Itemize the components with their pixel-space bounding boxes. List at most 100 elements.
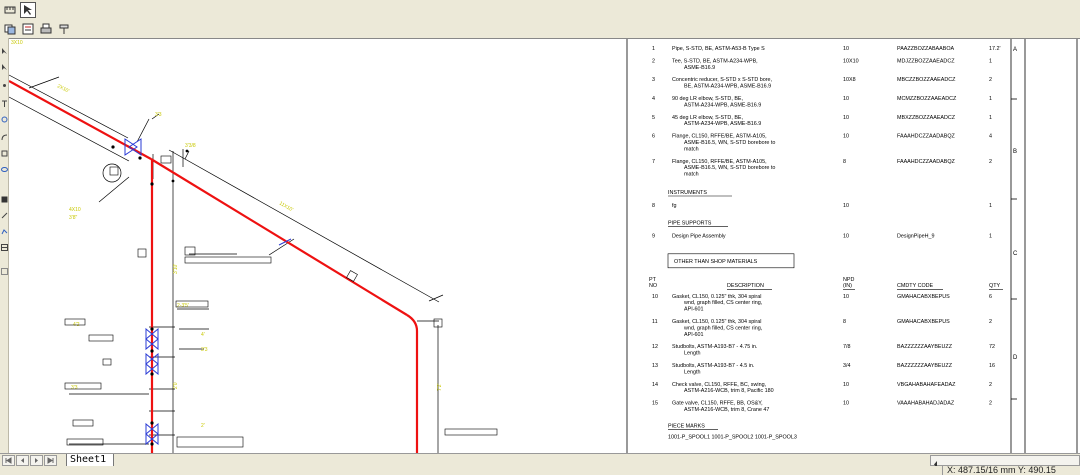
- bom-npd: 10X8: [843, 77, 856, 83]
- bom-pt: 13: [652, 363, 658, 369]
- bom-cmdty-code: GMAHACABXBEPUS: [897, 294, 950, 300]
- rectangle-tool-icon[interactable]: [1, 144, 8, 157]
- bom-pt: 6: [652, 134, 655, 140]
- bom-description: 45 deg LR elbow, S-STD, BE,: [672, 115, 744, 121]
- circle-tool-icon[interactable]: [1, 110, 8, 123]
- bom-npd: 10: [843, 233, 849, 239]
- bom-cmdty-code: VAAAHABAHADJADAZ: [897, 401, 955, 407]
- toolbar-second: [0, 19, 1080, 39]
- left-tool-strip: [0, 38, 9, 458]
- drawing-sheet[interactable]: 3X10 2X10' 3'3 3'3/8 11X10' 4X10 3'8" 3'…: [8, 38, 1080, 454]
- layers-icon[interactable]: [2, 21, 18, 37]
- grid-tool-icon[interactable]: [1, 262, 8, 275]
- bom-qty: 72: [989, 344, 995, 350]
- bom-pt: 5: [652, 115, 655, 121]
- bom-cmdty-code: BAZZZZZZAAYBEUZZ: [897, 363, 953, 369]
- properties-icon[interactable]: [20, 21, 36, 37]
- bom-qty: 1: [989, 58, 992, 64]
- dimension-label: 4X10: [69, 207, 81, 213]
- dimension-label: 3'3: [71, 385, 78, 391]
- bom-cmdty-code: FAAAHDCZZAADABQZ: [897, 159, 956, 165]
- bom-description: Length: [684, 369, 701, 375]
- bom-section-title: PIPE SUPPORTS: [668, 220, 712, 226]
- bom-pt: 14: [652, 382, 658, 388]
- bom-qty: 4: [989, 134, 992, 140]
- bom-npd: 3/4: [843, 363, 851, 369]
- bom-description: fg: [672, 203, 677, 209]
- bom-npd: 7/8: [843, 344, 851, 350]
- bom-qty: 2: [989, 382, 992, 388]
- bom-description: Flange, CL150, RFFE/BE, ASTM-A105,: [672, 159, 767, 165]
- callout-bubble[interactable]: [102, 163, 122, 183]
- bom-header-pt: PT: [649, 277, 657, 283]
- ellipse-tool-icon[interactable]: [1, 160, 8, 172]
- bom-pt: 1: [652, 46, 655, 52]
- coordinate-readout: X: 487.15/16 mm Y: 490.15: [942, 466, 1056, 475]
- bom-header-code: CMDTY CODE: [897, 283, 934, 289]
- bom-cmdty-code: MBXZZBOZZAAEADCZ: [897, 115, 956, 121]
- bom-cmdty-code: MBCZZBOZZAAEADCZ: [897, 77, 956, 83]
- text-tool-icon[interactable]: [1, 94, 8, 107]
- bom-description: Check valve, CL150, RFFE, BC, swing,: [672, 382, 767, 388]
- bom-npd: 8: [843, 159, 846, 165]
- weld-points: [111, 145, 189, 446]
- dimension-label: 2X10': [56, 83, 70, 94]
- line-tool-icon[interactable]: [1, 206, 8, 219]
- bom-description: ASTM-A216-WCB, trim 8, Crane 47: [684, 407, 769, 413]
- dot-tool-icon[interactable]: [1, 76, 8, 87]
- bom-pt: 11: [652, 319, 658, 325]
- image-tool-icon[interactable]: [1, 190, 8, 203]
- ruler-icon[interactable]: [2, 2, 18, 18]
- top-annotation: 3X10: [11, 40, 23, 46]
- bom-cmdty-code: VBGAHABAHAFEADAZ: [897, 382, 956, 388]
- polyline-tool-icon[interactable]: [1, 222, 8, 235]
- arc-tool-icon[interactable]: [1, 128, 8, 141]
- bom-description: Gasket, CL150, 0.125" thk, 304 spiral: [672, 319, 761, 325]
- bom-header-npd: NPD: [843, 277, 854, 283]
- piece-marks: 1001-P_SPOOL1 1001-P_SPOOL2 1001-P_SPOOL…: [668, 434, 797, 440]
- bom-description: Length: [684, 351, 701, 357]
- bom-description: match: [684, 172, 699, 178]
- table-tool-icon[interactable]: [1, 238, 8, 251]
- bom-description: BE, ASTM-A234-WPB, ASME-B16.9: [684, 84, 771, 90]
- arrow-tool-icon[interactable]: [1, 42, 8, 54]
- dimension-lines: [8, 74, 444, 454]
- pipe-run[interactable]: [8, 80, 419, 454]
- bom-cmdty-code: GMAHACABXBEPUS: [897, 319, 950, 325]
- bom-qty: 2: [989, 319, 992, 325]
- next-sheet-button[interactable]: [30, 455, 43, 466]
- bom-section-title: OTHER THAN SHOP MATERIALS: [674, 259, 758, 265]
- bom-description: Tee, S-STD, BE, ASTM-A234-WPB,: [672, 58, 758, 64]
- bom-description: ASME-B16.5, WN, S-STD borebore to: [684, 140, 775, 146]
- prev-sheet-button[interactable]: [16, 455, 29, 466]
- last-sheet-button[interactable]: [44, 455, 57, 466]
- bom-npd: 10X10: [843, 58, 859, 64]
- bom-pt: 9: [652, 233, 655, 239]
- bom-cmdty-code: BAZZZZZZAAYBEUZZ: [897, 344, 953, 350]
- bom-qty: 6: [989, 294, 992, 300]
- bom-cmdty-code: PAAZZBOZZABAABOA: [897, 46, 955, 52]
- bom-pt: 15: [652, 401, 658, 407]
- bom-description: Studbolts, ASTM-A193-B7 - 4.5 in.: [672, 363, 754, 369]
- valve-symbols[interactable]: [124, 138, 292, 446]
- bom-qty: 2: [989, 77, 992, 83]
- bom-description: 90 deg LR elbow, S-STD, BE,: [672, 96, 744, 102]
- dimension-label: 3'3/8: [185, 143, 196, 149]
- select-arrow-icon[interactable]: [20, 2, 36, 18]
- dimension-label: 2-3'5': [177, 303, 189, 309]
- bom-description: wnd, graph filled, CS center ring,: [683, 300, 763, 306]
- bom-section-title: INSTRUMENTS: [668, 190, 707, 196]
- bom-npd: 10: [843, 382, 849, 388]
- bom-cmdty-code: MDJZZBOZZAAEADCZ: [897, 58, 955, 64]
- pin-icon[interactable]: [56, 21, 72, 37]
- arrow-tool-icon[interactable]: [1, 58, 8, 70]
- first-sheet-button[interactable]: [2, 455, 15, 466]
- bom-cmdty-code: MCMZZBOZZAAEADCZ: [897, 96, 957, 102]
- print-icon[interactable]: [38, 21, 54, 37]
- bom-description: Gate valve, CL150, RFFE, BB, OS&Y,: [672, 401, 763, 407]
- border-letter-b: B: [1013, 149, 1017, 155]
- bom-qty: 17.2': [989, 46, 1001, 52]
- status-bar: [0, 466, 1080, 475]
- border-letter-d: D: [1013, 355, 1018, 361]
- dimension-label: 3'10': [173, 264, 179, 274]
